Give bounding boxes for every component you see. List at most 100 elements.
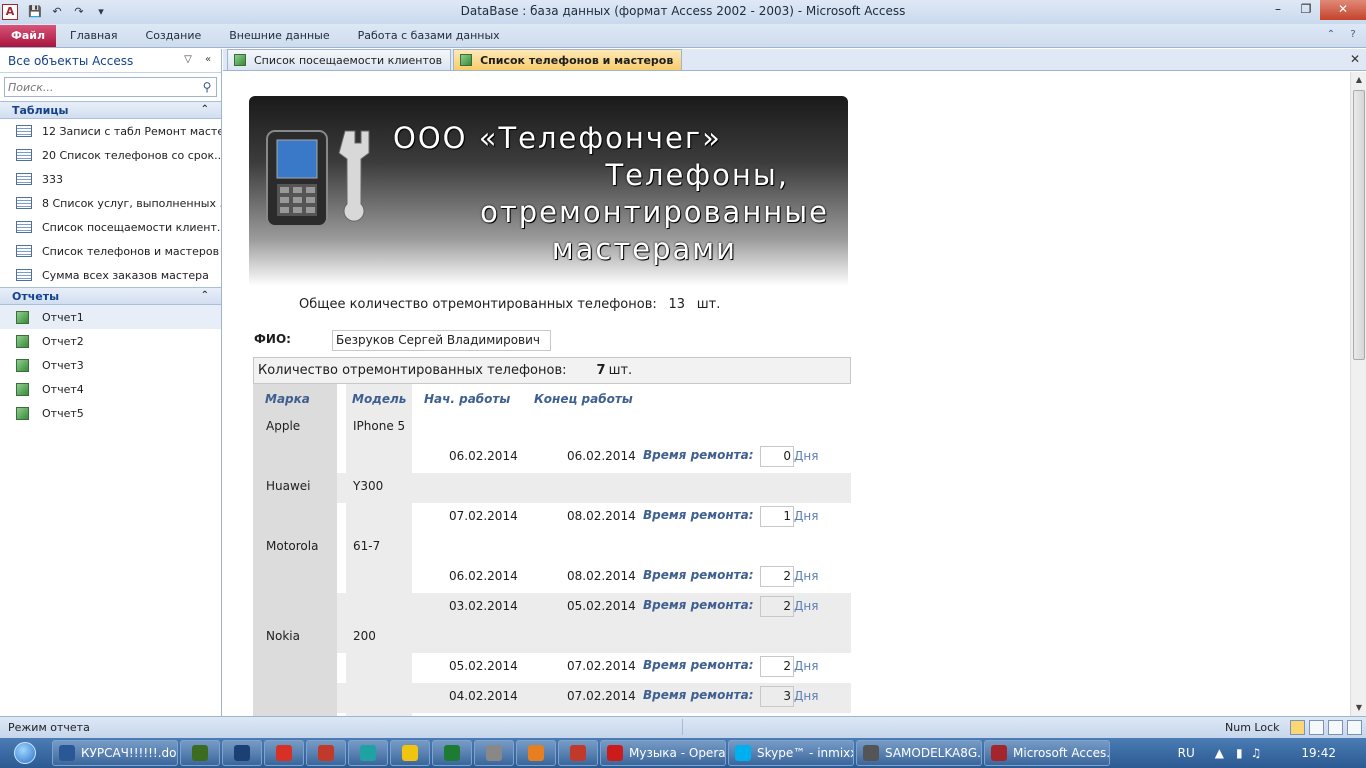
taskbar-button[interactable]: Microsoft Acces... <box>984 740 1110 766</box>
network-icon[interactable]: ▮ <box>1236 746 1243 760</box>
nav-item-report[interactable]: Отчет1 <box>0 305 221 329</box>
start-button[interactable] <box>0 738 50 768</box>
nav-item-report[interactable]: Отчет4 <box>0 377 221 401</box>
doc-tab-clients-visits[interactable]: Список посещаемости клиентов <box>227 49 452 70</box>
save-icon[interactable]: 💾 <box>26 4 44 20</box>
model-cell: 61-7 <box>353 539 381 553</box>
nav-item-table[interactable]: 333 <box>0 167 221 191</box>
clock[interactable]: 19:42 <box>1301 746 1336 760</box>
tab-database-tools[interactable]: Работа с базами данных <box>344 25 514 47</box>
tab-external-data[interactable]: Внешние данные <box>215 25 343 47</box>
design-view-icon[interactable] <box>1347 720 1362 735</box>
close-document-icon[interactable]: ✕ <box>1350 52 1360 66</box>
total-value: 13 <box>668 297 686 312</box>
days-unit-label: Дня <box>794 659 819 673</box>
minimize-icon[interactable]: – <box>1264 0 1292 20</box>
nav-group-reports[interactable]: Отчеты ⌃ <box>0 287 221 305</box>
taskbar-button[interactable] <box>264 740 304 766</box>
end-date-cell: 08.02.2014 <box>567 569 636 583</box>
redo-icon[interactable]: ↷ <box>70 4 88 20</box>
taskbar-button[interactable]: SAMODELKA8G... <box>856 740 982 766</box>
taskbar-button[interactable] <box>558 740 598 766</box>
banner-line-4: мастерами <box>551 232 737 266</box>
nav-item-table[interactable]: 20 Список телефонов со срок... <box>0 143 221 167</box>
minimize-ribbon-icon[interactable]: ⌃ <box>1324 28 1338 42</box>
scroll-down-icon[interactable]: ▼ <box>1351 700 1366 716</box>
collapse-group-icon[interactable]: ⌃ <box>201 290 209 301</box>
model-cell: 200 <box>353 629 376 643</box>
nav-item-table[interactable]: 12 Записи с табл Ремонт масте... <box>0 119 221 143</box>
customize-qat-icon[interactable]: ▾ <box>92 4 110 20</box>
taskbar-button[interactable] <box>222 740 262 766</box>
nav-menu-chevron-icon[interactable]: ▽ <box>181 53 195 67</box>
restore-icon[interactable]: ❐ <box>1292 0 1320 20</box>
print-preview-icon[interactable] <box>1309 720 1324 735</box>
taskbar-button[interactable] <box>390 740 430 766</box>
banner-company: ООО «Телефончег» <box>393 121 722 155</box>
table-icon <box>16 125 32 137</box>
nav-pane-header[interactable]: Все объекты Access ▽ « <box>0 49 221 73</box>
scroll-up-icon[interactable]: ▲ <box>1351 72 1366 88</box>
collapse-nav-icon[interactable]: « <box>201 53 215 67</box>
scroll-thumb[interactable] <box>1353 90 1365 360</box>
nav-item-report[interactable]: Отчет2 <box>0 329 221 353</box>
tab-file[interactable]: Файл <box>0 24 56 47</box>
taskbar-button[interactable]: Skype™ - inmixxx <box>728 740 854 766</box>
doc-tab-phones-masters[interactable]: Список телефонов и мастеров <box>453 49 683 70</box>
report-view: ООО «Телефончег» Телефоны, отремонтирова… <box>224 72 1350 716</box>
days-unit-label: Дня <box>794 689 819 703</box>
taskbar-button[interactable] <box>516 740 556 766</box>
tab-create[interactable]: Создание <box>132 25 216 47</box>
nav-search-input[interactable] <box>5 78 198 96</box>
nav-item-table[interactable]: Список телефонов и мастеров <box>0 239 221 263</box>
repair-time-label: Время ремонта: <box>643 688 754 702</box>
nav-item-table[interactable]: Список посещаемости клиент... <box>0 215 221 239</box>
close-window-icon[interactable]: ✕ <box>1320 0 1366 20</box>
taskbar-button[interactable] <box>348 740 388 766</box>
start-date-cell: 03.02.2014 <box>449 599 518 613</box>
end-date-cell: 07.02.2014 <box>567 689 636 703</box>
repair-days-field: 2 <box>760 566 794 587</box>
view-switcher <box>1290 720 1362 735</box>
layout-view-icon[interactable] <box>1328 720 1343 735</box>
taskbar-button[interactable] <box>306 740 346 766</box>
report-vertical-scrollbar[interactable]: ▲ ▼ <box>1350 72 1366 716</box>
header-end: Конец работы <box>534 392 633 406</box>
taskbar-button[interactable]: Музыка - Opera <box>600 740 726 766</box>
nav-item-label: 12 Записи с табл Ремонт масте... <box>42 124 221 138</box>
banner-title: ООО «Телефончег» Телефоны, отремонтирова… <box>389 120 829 268</box>
row-band <box>253 473 851 503</box>
header-model: Модель <box>352 392 407 406</box>
undo-icon[interactable]: ↶ <box>48 4 66 20</box>
tab-home[interactable]: Главная <box>56 25 132 47</box>
nav-item-report[interactable]: Отчет5 <box>0 401 221 425</box>
nav-item-report[interactable]: Отчет3 <box>0 353 221 377</box>
nav-group-tables[interactable]: Таблицы ⌃ <box>0 101 221 119</box>
taskbar-button[interactable] <box>180 740 220 766</box>
nav-item-table[interactable]: 8 Список услуг, выполненных ... <box>0 191 221 215</box>
app-icon <box>402 745 418 761</box>
help-icon[interactable]: ? <box>1346 28 1360 42</box>
report-icon <box>16 310 29 324</box>
table-icon <box>16 173 32 185</box>
volume-icon[interactable]: ♫ <box>1251 746 1262 760</box>
collapse-group-icon[interactable]: ⌃ <box>201 104 209 115</box>
access-app-icon[interactable]: A <box>2 4 18 20</box>
language-indicator[interactable]: RU <box>1178 746 1195 760</box>
taskbar-button[interactable]: КУРСАЧ!!!!!!.doc... <box>52 740 178 766</box>
report-view-icon[interactable] <box>1290 720 1305 735</box>
window-controls: – ❐ ✕ <box>1264 0 1366 20</box>
end-date-cell: 07.02.2014 <box>567 659 636 673</box>
nav-item-label: Отчет2 <box>42 334 84 348</box>
report-icon <box>16 334 29 348</box>
taskbar-button-label: Skype™ - inmixxx <box>757 746 854 760</box>
nav-item-table[interactable]: Сумма всех заказов мастера <box>0 263 221 287</box>
taskbar-button[interactable] <box>474 740 514 766</box>
tray-arrow-icon[interactable]: ▲ <box>1215 746 1224 760</box>
windows-taskbar: КУРСАЧ!!!!!!.doc... Музыка - Opera Skype™ … <box>0 738 1366 768</box>
taskbar-button[interactable] <box>432 740 472 766</box>
status-separator <box>682 719 683 735</box>
app-icon <box>318 745 334 761</box>
search-icon[interactable]: ⚲ <box>198 80 216 94</box>
status-bar: Режим отчета Num Lock <box>0 716 1366 738</box>
